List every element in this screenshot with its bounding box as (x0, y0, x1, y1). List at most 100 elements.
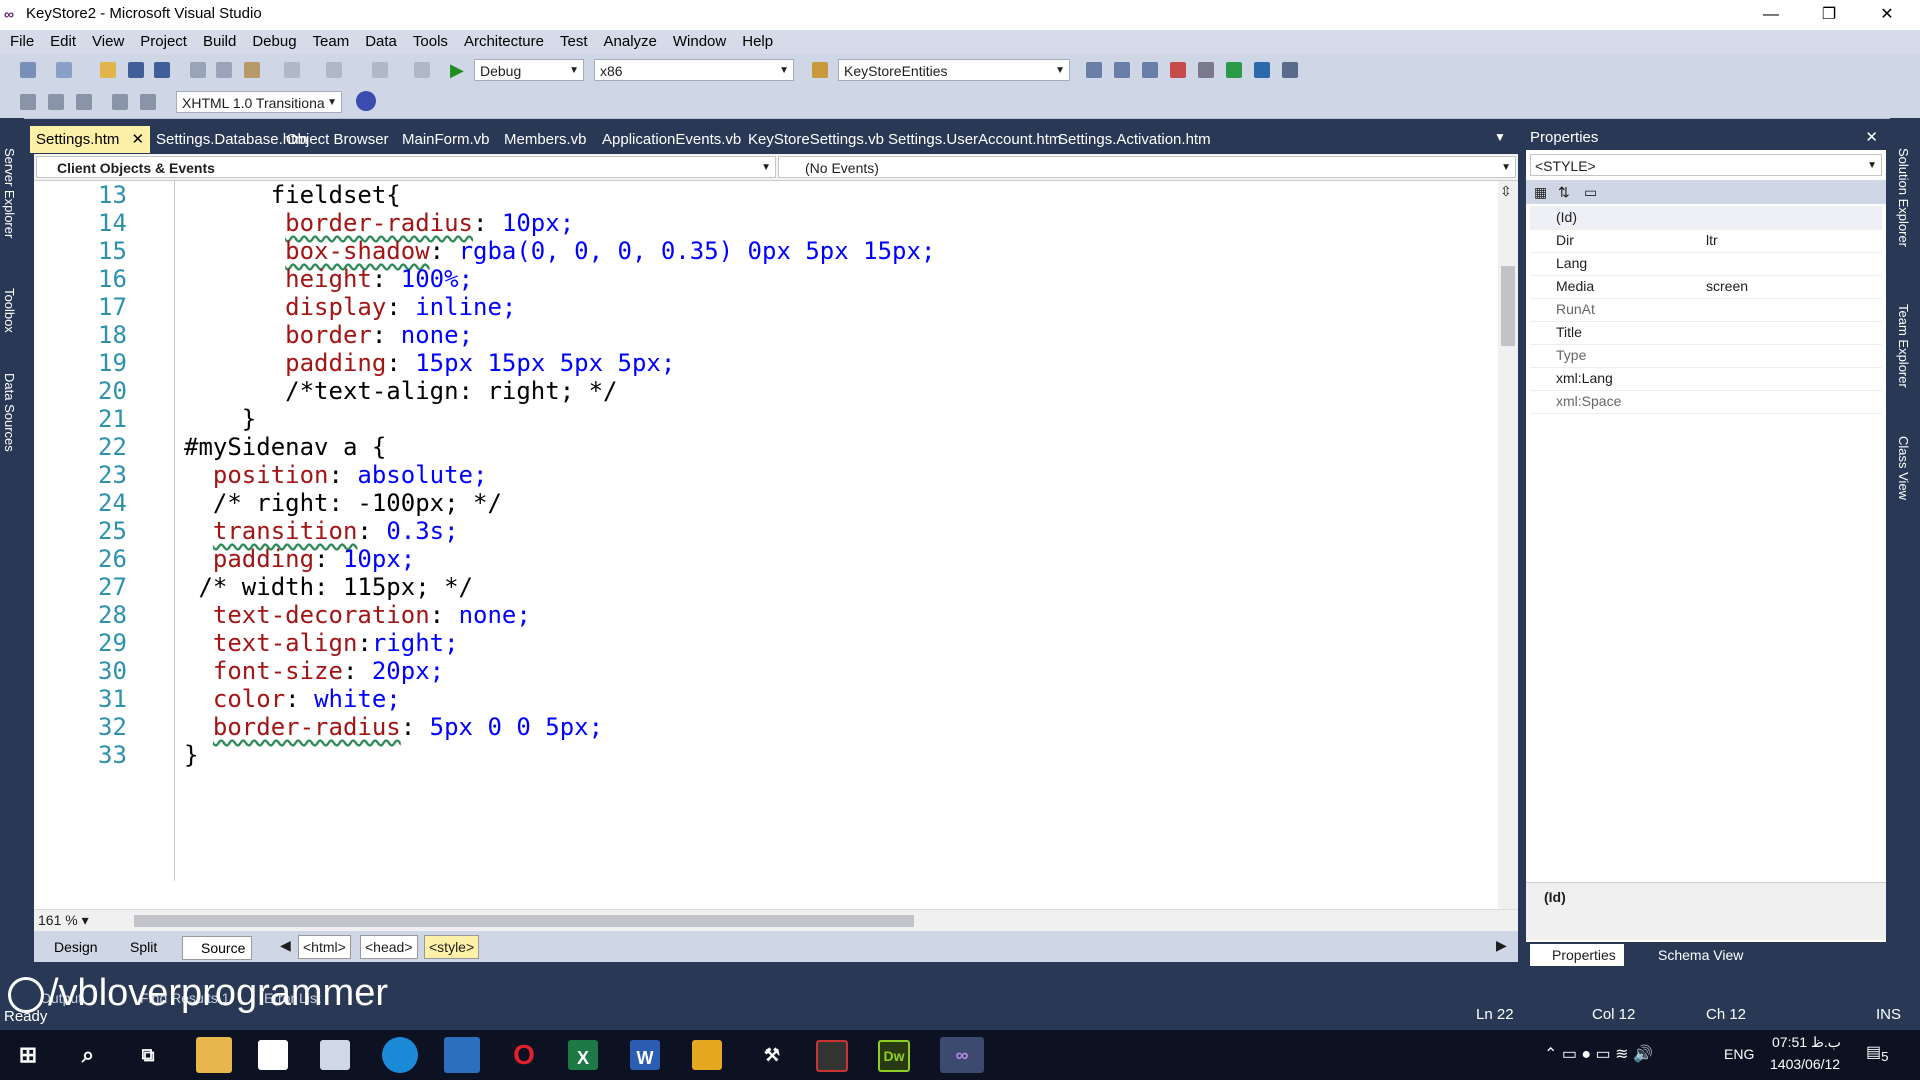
team-explorer-tab[interactable]: Team Explorer (1896, 304, 1911, 388)
navigate-backward-icon[interactable] (372, 62, 388, 78)
new-project-icon[interactable] (20, 62, 36, 78)
open-file-icon[interactable] (100, 62, 116, 78)
data-sources-tab[interactable]: Data Sources (2, 373, 17, 452)
find-in-files-icon[interactable] (812, 62, 828, 78)
check-accessibility-icon[interactable] (356, 91, 376, 111)
menu-help[interactable]: Help (734, 30, 781, 54)
object-selector[interactable]: <STYLE> ▼ (1530, 154, 1882, 176)
photos-icon[interactable] (320, 1040, 350, 1070)
tab-settings-useraccount-htm[interactable]: Settings.UserAccount.htm (882, 126, 1067, 153)
system-tray-icons[interactable]: ⌃ ▭ ● ▭ ≋ 🔊 (1544, 1044, 1653, 1064)
screen-recorder-icon[interactable] (816, 1040, 848, 1072)
property-pages-icon[interactable]: ▭ (1584, 184, 1597, 201)
redo-icon[interactable] (326, 62, 342, 78)
breadcrumb-head[interactable]: <head> (360, 935, 418, 959)
tab-overflow-icon[interactable]: ▼ (1494, 130, 1506, 144)
tab-members-vb[interactable]: Members.vb (498, 126, 593, 153)
windows-start-icon[interactable]: ⊞ (10, 1037, 46, 1073)
extension-manager-icon[interactable] (1254, 62, 1270, 78)
menu-file[interactable]: File (2, 30, 42, 54)
validation-schema-select[interactable]: XHTML 1.0 Transitiona ▼ (176, 91, 342, 113)
tab-keystoresettings-vb[interactable]: KeyStoreSettings.vb (742, 126, 890, 153)
menu-edit[interactable]: Edit (42, 30, 84, 54)
copy-icon[interactable] (216, 62, 232, 78)
property-row[interactable]: Media screen (1530, 275, 1882, 299)
minimize-button[interactable]: — (1748, 0, 1794, 30)
vertical-scroll-thumb[interactable] (1501, 266, 1515, 346)
zoom-select[interactable]: 161 % ▾ (38, 912, 89, 929)
input-language[interactable]: ENG (1724, 1046, 1754, 1062)
tab-settings-activation-htm[interactable]: Settings.Activation.htm (1052, 126, 1217, 153)
close-panel-icon[interactable]: ✕ (1865, 126, 1878, 150)
restore-button[interactable]: ❐ (1806, 0, 1852, 30)
client-objects-select[interactable]: Client Objects & Events ▼ (36, 156, 776, 178)
menu-project[interactable]: Project (132, 30, 195, 54)
decrease-indent-icon[interactable] (48, 94, 64, 110)
tab-settings-htm[interactable]: Settings.htm ✕ (30, 126, 151, 153)
folder-app-icon[interactable] (692, 1040, 722, 1070)
tab-object-browser[interactable]: Object Browser (280, 126, 395, 153)
add-item-icon[interactable] (56, 62, 72, 78)
property-row[interactable]: xml:Space (1530, 390, 1882, 414)
menu-build[interactable]: Build (195, 30, 244, 54)
find-combo[interactable]: KeyStoreEntities ▼ (838, 59, 1070, 81)
microsoft-store-icon[interactable] (258, 1040, 288, 1070)
navigate-forward-icon[interactable] (414, 62, 430, 78)
previous-element-icon[interactable]: ◀ (280, 937, 291, 954)
format-document-icon[interactable] (20, 94, 36, 110)
file-explorer-icon[interactable] (196, 1037, 232, 1073)
solution-explorer-icon[interactable] (1114, 62, 1130, 78)
next-element-icon[interactable]: ▶ (1496, 937, 1507, 954)
property-value[interactable]: screen (1706, 275, 1748, 298)
split-view-button[interactable]: Split (112, 936, 163, 958)
source-view-button[interactable]: Source (182, 936, 253, 960)
breadcrumb-style[interactable]: <style> (424, 935, 480, 959)
properties-window-icon[interactable] (1142, 62, 1158, 78)
start-page-icon[interactable] (1226, 62, 1242, 78)
close-tab-icon[interactable]: ✕ (127, 131, 145, 148)
server-explorer-tab[interactable]: Server Explorer (2, 148, 17, 238)
edge-icon[interactable] (382, 1037, 418, 1073)
property-row[interactable]: RunAt (1530, 298, 1882, 322)
tab-mainform-vb[interactable]: MainForm.vb (396, 126, 496, 153)
search-icon[interactable]: ⌕ (70, 1037, 106, 1073)
property-row[interactable]: Lang (1530, 252, 1882, 276)
menu-analyze[interactable]: Analyze (596, 30, 665, 54)
task-view-icon[interactable]: ⧉ (130, 1037, 166, 1073)
word-icon[interactable]: W (630, 1040, 660, 1070)
cut-icon[interactable] (190, 62, 206, 78)
excel-icon[interactable]: X (568, 1040, 598, 1070)
find-symbol-icon[interactable] (1086, 62, 1102, 78)
tools-app-icon[interactable]: ⚒ (754, 1037, 790, 1073)
property-row[interactable]: Title (1530, 321, 1882, 345)
property-row[interactable]: (Id) (1530, 206, 1882, 230)
clock-time[interactable]: 07:51 ب.ظ (1772, 1034, 1841, 1051)
vertical-scrollbar[interactable]: ⇳ (1498, 181, 1518, 909)
menu-window[interactable]: Window (665, 30, 734, 54)
menu-debug[interactable]: Debug (244, 30, 304, 54)
menu-test[interactable]: Test (552, 30, 596, 54)
visual-studio-taskbar-icon[interactable]: ∞ (940, 1037, 984, 1073)
events-select[interactable]: (No Events) ▼ (778, 156, 1516, 178)
notification-center-icon[interactable]: ▤5 (1866, 1042, 1889, 1064)
opera-icon[interactable]: O (506, 1037, 542, 1073)
breadcrumb-html[interactable]: <html> (298, 935, 351, 959)
property-row[interactable]: xml:Lang (1530, 367, 1882, 391)
undo-icon[interactable] (284, 62, 300, 78)
tab-applicationevents-vb[interactable]: ApplicationEvents.vb (596, 126, 747, 153)
uncomment-icon[interactable] (140, 94, 156, 110)
menu-tools[interactable]: Tools (405, 30, 456, 54)
paste-icon[interactable] (244, 62, 260, 78)
schema-view-tab[interactable]: Schema View (1636, 944, 1751, 966)
clock-date[interactable]: 1403/06/12 (1770, 1056, 1840, 1072)
command-window-icon[interactable] (1282, 62, 1298, 78)
toolbox-icon[interactable] (1198, 62, 1214, 78)
alphabetical-icon[interactable]: ⇅ (1558, 184, 1570, 201)
increase-indent-icon[interactable] (76, 94, 92, 110)
property-row[interactable]: Dir ltr (1530, 229, 1882, 253)
solution-platform-select[interactable]: x86 ▼ (594, 59, 794, 81)
horizontal-scroll-thumb[interactable] (134, 915, 914, 927)
properties-tab[interactable]: Properties (1530, 944, 1624, 966)
save-all-icon[interactable] (154, 62, 170, 78)
property-row[interactable]: Type (1530, 344, 1882, 368)
